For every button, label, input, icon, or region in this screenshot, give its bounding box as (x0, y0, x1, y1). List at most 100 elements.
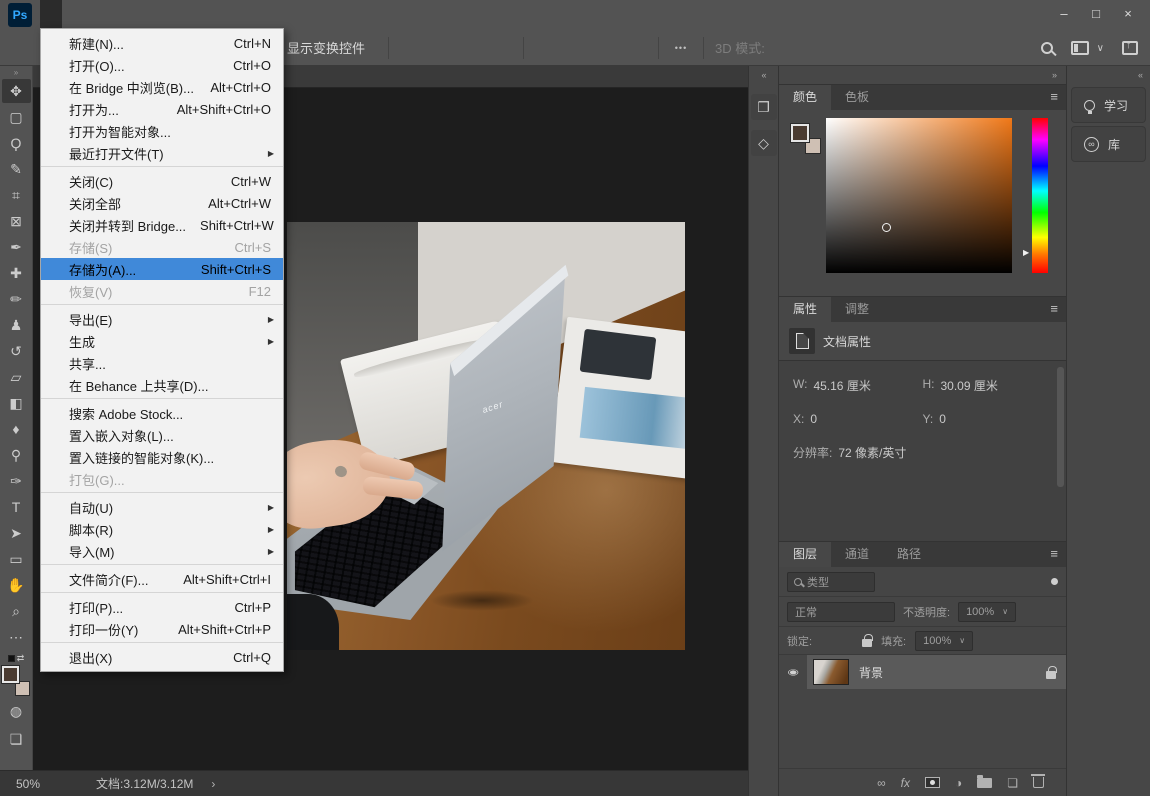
menu-window[interactable] (238, 0, 260, 30)
swap-colors-icon[interactable]: ⇄ (17, 653, 25, 664)
link-layers-icon[interactable]: ∞ (877, 776, 886, 790)
layer-filter-type-dropdown[interactable]: 类型 (787, 572, 875, 592)
frame-tool[interactable]: ⊠ (2, 209, 31, 233)
foreground-color-swatch[interactable] (791, 124, 809, 142)
menu-item-import[interactable]: 导入(M) (41, 540, 283, 565)
maximize-button[interactable]: □ (1080, 2, 1112, 26)
menu-item-print[interactable]: 打印(P)... Ctrl+P (41, 596, 283, 618)
menu-select[interactable] (150, 0, 172, 30)
document-image[interactable]: acer (287, 222, 685, 650)
close-button[interactable]: × (1112, 2, 1144, 26)
color-field[interactable] (826, 118, 1012, 273)
menu-item-exit[interactable]: 退出(X) Ctrl+Q (41, 646, 283, 668)
add-layer-mask-icon[interactable] (925, 777, 940, 788)
3d-panel-icon[interactable]: ◇ (751, 130, 777, 156)
hand-tool[interactable]: ✋ (2, 573, 31, 597)
history-panel-icon[interactable]: ❐ (751, 94, 777, 120)
layer-name[interactable]: 背景 (859, 664, 1036, 681)
move-tool[interactable]: ✥ (2, 79, 31, 103)
menu-image[interactable] (84, 0, 106, 30)
document-size-info[interactable]: 文档:3.12M/3.12M (96, 775, 193, 792)
menu-item-print-one-copy[interactable]: 打印一份(Y) Alt+Shift+Ctrl+P (41, 618, 283, 643)
layer-visibility-toggle[interactable]: ◉ (779, 663, 807, 681)
dock-collapse-icon[interactable]: « (749, 66, 778, 84)
tab-paths[interactable]: 路径 (883, 542, 935, 567)
menu-item-close[interactable]: 关闭(C) Ctrl+W (41, 170, 283, 192)
menu-edit[interactable] (62, 0, 84, 30)
dodge-tool[interactable]: ⚲ (2, 443, 31, 467)
x-value[interactable]: 0 (810, 412, 817, 426)
zoom-tool[interactable]: ⌕ (2, 599, 31, 623)
chevron-down-icon[interactable]: ∨ (1002, 607, 1008, 616)
foreground-color-swatch[interactable] (2, 666, 19, 683)
clone-stamp-tool[interactable]: ♟ (2, 313, 31, 337)
minimize-button[interactable]: – (1048, 2, 1080, 26)
tab-channels[interactable]: 通道 (831, 542, 883, 567)
opacity-field[interactable]: 100% ∨ (958, 602, 1016, 622)
filter-toggle-icon[interactable] (1051, 578, 1058, 585)
workspace-icon[interactable] (1071, 41, 1089, 55)
zoom-level-field[interactable]: 50% (16, 777, 76, 791)
menu-item-open[interactable]: 打开(O)... Ctrl+O (41, 54, 283, 76)
menu-item-search-adobe-stock[interactable]: 搜索 Adobe Stock... (41, 402, 283, 424)
width-value[interactable]: 45.16 厘米 (813, 377, 870, 394)
quick-mask-button[interactable]: ◍ (2, 699, 31, 723)
scrollbar[interactable] (1057, 367, 1064, 487)
menu-item-new[interactable]: 新建(N)... Ctrl+N (41, 32, 283, 54)
healing-brush-tool[interactable]: ✚ (2, 261, 31, 285)
menu-item-open-as-smart-object[interactable]: 打开为智能对象... (41, 120, 283, 142)
menu-item-scripts[interactable]: 脚本(R) (41, 518, 283, 540)
menu-help[interactable] (260, 0, 282, 30)
new-group-icon[interactable] (977, 778, 992, 788)
quick-selection-tool[interactable]: ✎ (2, 157, 31, 181)
tab-properties[interactable]: 属性 (779, 297, 831, 322)
menu-item-close-all[interactable]: 关闭全部 Alt+Ctrl+W (41, 192, 283, 214)
status-chevron-icon[interactable]: › (211, 777, 215, 791)
menu-layer[interactable] (106, 0, 128, 30)
tab-adjustments[interactable]: 调整 (831, 297, 883, 322)
gradient-tool[interactable]: ◧ (2, 391, 31, 415)
shape-tool[interactable]: ▭ (2, 547, 31, 571)
tab-color[interactable]: 颜色 (779, 85, 831, 110)
menu-item-export[interactable]: 导出(E) (41, 308, 283, 330)
new-layer-icon[interactable]: ❏ (1007, 776, 1018, 790)
resolution-value[interactable]: 72 像素/英寸 (838, 444, 906, 461)
share-icon[interactable] (1122, 41, 1138, 55)
y-value[interactable]: 0 (939, 412, 946, 426)
pen-tool[interactable]: ✑ (2, 469, 31, 493)
panel-menu-icon[interactable]: ≡ (1050, 546, 1058, 561)
background-color-swatch[interactable] (15, 681, 30, 696)
lasso-tool[interactable]: Ϙ (2, 131, 31, 155)
height-value[interactable]: 30.09 厘米 (941, 377, 998, 394)
libraries-panel-button[interactable]: 库 (1071, 126, 1146, 162)
path-selection-tool[interactable]: ➤ (2, 521, 31, 545)
menu-item-open-recent[interactable]: 最近打开文件(T) (41, 142, 283, 167)
panel-menu-icon[interactable]: ≡ (1050, 301, 1058, 316)
menu-3d[interactable] (194, 0, 216, 30)
delete-layer-icon[interactable] (1033, 777, 1044, 788)
type-tool[interactable]: T (2, 495, 31, 519)
menu-file[interactable] (40, 0, 62, 30)
menu-item-file-info[interactable]: 文件简介(F)... Alt+Shift+Ctrl+I (41, 568, 283, 593)
color-field-marker[interactable] (882, 223, 891, 232)
tab-layers[interactable]: 图层 (779, 542, 831, 567)
menu-view[interactable] (216, 0, 238, 30)
panel-menu-icon[interactable]: ≡ (1050, 89, 1058, 104)
learn-panel-button[interactable]: 学习 (1071, 87, 1146, 123)
search-icon[interactable] (1041, 42, 1053, 54)
menu-item-share[interactable]: 共享... (41, 352, 283, 374)
photoshop-logo[interactable]: Ps (8, 3, 32, 27)
menu-item-save-as[interactable]: 存储为(A)... Shift+Ctrl+S (41, 258, 283, 280)
screen-mode-button[interactable]: ❏ (2, 727, 31, 751)
menu-item-revert[interactable]: 恢复(V) F12 (41, 280, 283, 305)
menu-item-place-linked[interactable]: 置入链接的智能对象(K)... (41, 446, 283, 468)
adjustment-layer-icon[interactable]: ◑ (955, 776, 962, 790)
color-swatch-widget[interactable] (2, 666, 30, 696)
tab-swatches[interactable]: 色板 (831, 85, 883, 110)
blur-tool[interactable]: ♦ (2, 417, 31, 441)
menu-item-browse-in-bridge[interactable]: 在 Bridge 中浏览(B)... Alt+Ctrl+O (41, 76, 283, 98)
rail-collapse-icon[interactable]: « (1067, 66, 1150, 84)
default-colors-widget[interactable]: ⇄ (8, 653, 25, 664)
menu-item-share-on-behance[interactable]: 在 Behance 上共享(D)... (41, 374, 283, 399)
menu-item-generate[interactable]: 生成 (41, 330, 283, 352)
